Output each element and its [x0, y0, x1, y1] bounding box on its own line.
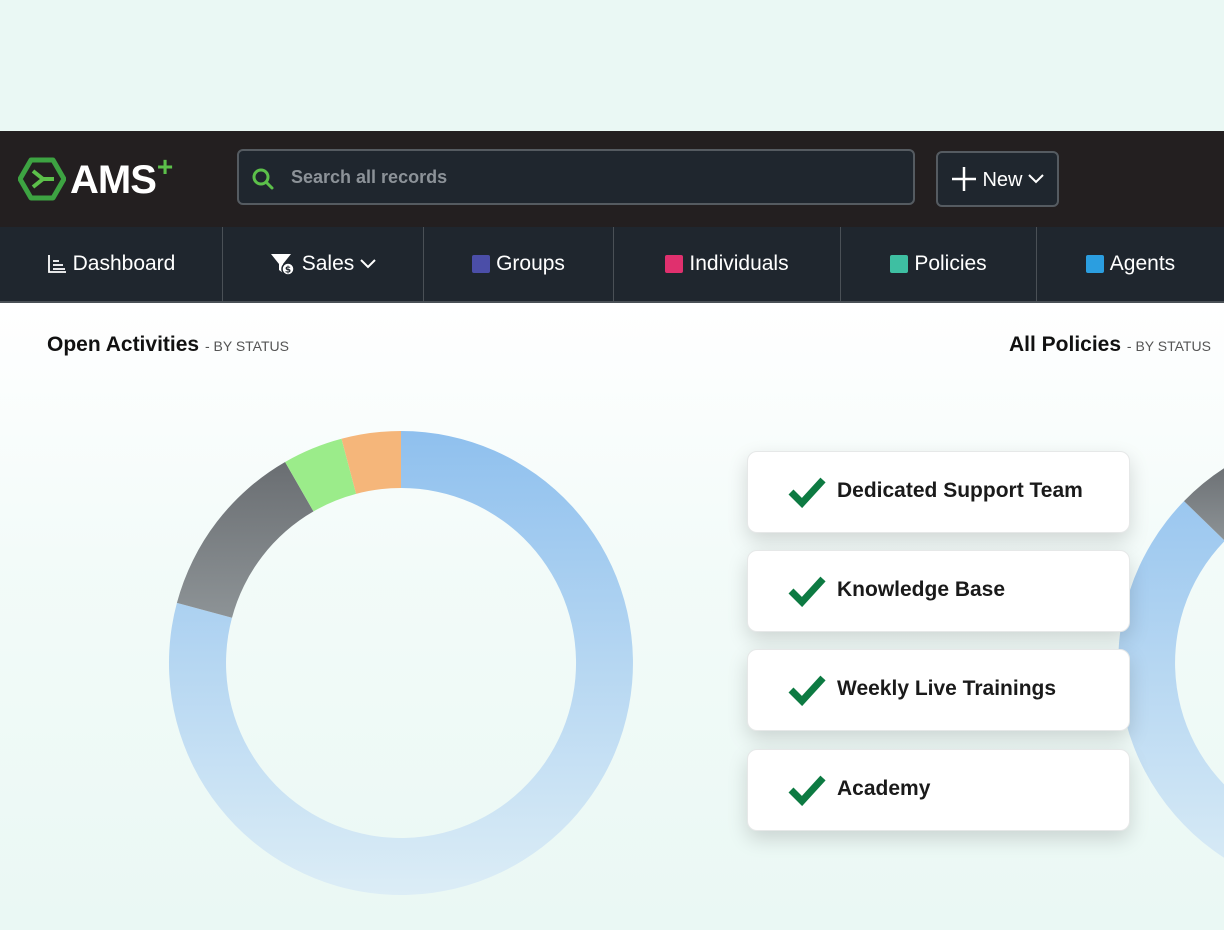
agents-color-swatch-icon: [1085, 255, 1104, 273]
feature-label: Knowledge Base: [837, 578, 1006, 601]
checkmark-icon: [788, 576, 826, 607]
nav-item-agents[interactable]: Agents: [1037, 227, 1224, 301]
donut-segment-gray[interactable]: [176, 462, 314, 618]
feature-card-knowledge-base: Knowledge Base: [747, 550, 1130, 632]
individuals-color-swatch-icon: [665, 255, 684, 273]
feature-card-academy: Academy: [747, 749, 1130, 831]
open-activities-subtitle: - BY STATUS: [204, 338, 289, 354]
checkmark-icon: [788, 775, 826, 806]
all-policies-subtitle: - BY STATUS: [1126, 338, 1211, 354]
dashboard-chart-icon: [47, 255, 66, 273]
nav-item-label: Policies: [914, 252, 987, 275]
nav-item-label: Groups: [496, 252, 565, 275]
open-activities-donut-chart: [168, 431, 633, 895]
nav-item-dashboard[interactable]: Dashboard: [0, 227, 223, 301]
dashboard-content: Open Activities - BY STATUS All Policies…: [0, 303, 1224, 930]
all-policies-donut-chart: [1118, 468, 1224, 858]
funnel-dollar-icon: $: [270, 254, 295, 276]
nav-item-label: Individuals: [689, 252, 789, 275]
nav-item-label: Dashboard: [72, 252, 176, 275]
feature-label: Dedicated Support Team: [837, 479, 1083, 502]
all-policies-header: All Policies - BY STATUS: [1009, 333, 1211, 357]
checkmark-icon: [788, 675, 826, 706]
app-logo[interactable]: AMS +: [18, 151, 173, 202]
nav-item-individuals[interactable]: Individuals: [614, 227, 841, 301]
chevron-down-icon: [1027, 174, 1044, 184]
new-button[interactable]: New: [936, 151, 1059, 207]
search-input[interactable]: [291, 163, 891, 191]
nav-item-label: Sales: [301, 252, 355, 275]
all-policies-title: All Policies: [1009, 333, 1122, 356]
top-bar: AMS + New: [0, 131, 1224, 227]
feature-card-support: Dedicated Support Team: [747, 451, 1130, 533]
nav-item-sales[interactable]: $ Sales: [223, 227, 424, 301]
search-icon: [252, 168, 274, 190]
chevron-down-icon: [360, 259, 376, 269]
plus-icon: [952, 167, 977, 191]
nav-item-label: Agents: [1109, 252, 1176, 275]
nav-item-policies[interactable]: Policies: [841, 227, 1037, 301]
feature-label: Weekly Live Trainings: [837, 677, 1057, 700]
new-button-label: New: [982, 168, 1023, 191]
open-activities-header: Open Activities - BY STATUS: [47, 333, 289, 357]
feature-label: Academy: [837, 777, 931, 800]
nav-item-groups[interactable]: Groups: [424, 227, 614, 301]
search-bar[interactable]: [237, 149, 915, 205]
feature-card-trainings: Weekly Live Trainings: [747, 649, 1130, 731]
hexagon-logo-icon: [18, 157, 66, 201]
app-logo-text: AMS: [70, 157, 157, 202]
groups-color-swatch-icon: [472, 255, 491, 273]
app-logo-plus: +: [156, 151, 174, 182]
svg-text:$: $: [285, 266, 291, 276]
open-activities-title: Open Activities: [47, 333, 200, 356]
checkmark-icon: [788, 477, 826, 508]
main-nav: Dashboard $ Sales Groups Individuals Pol…: [0, 227, 1224, 303]
policies-color-swatch-icon: [890, 255, 909, 273]
